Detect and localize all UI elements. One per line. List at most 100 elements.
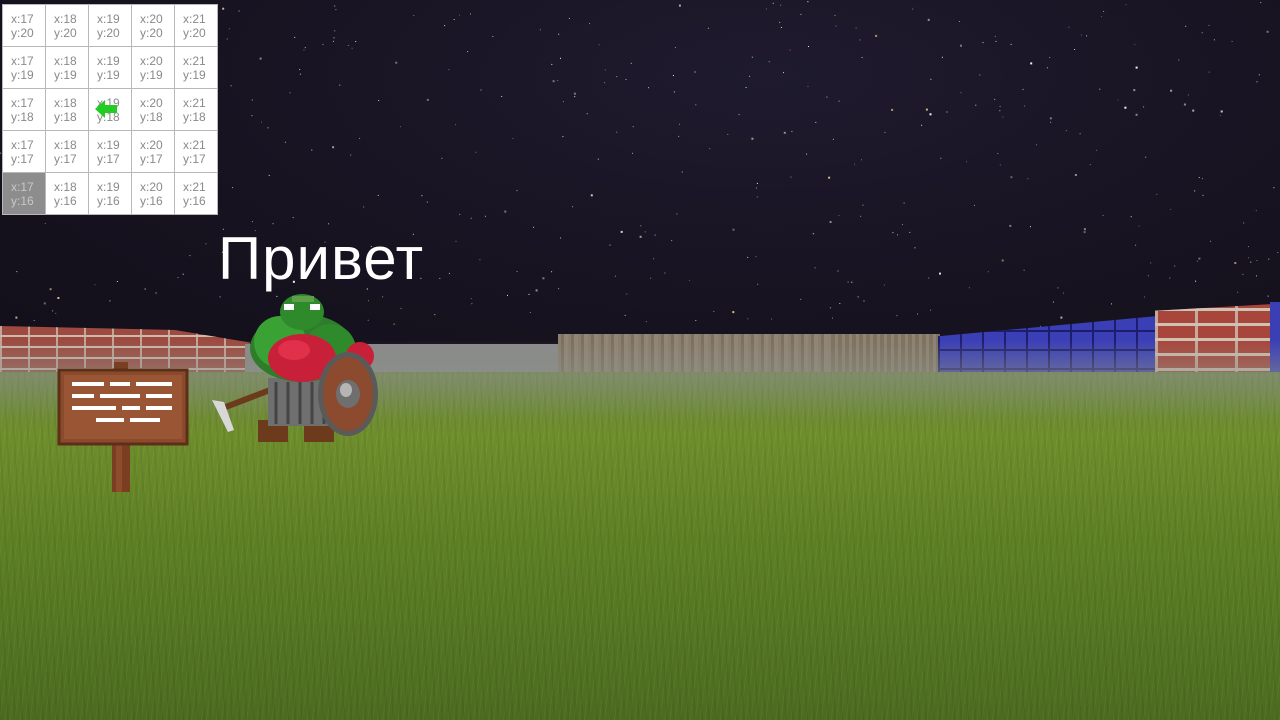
minimap-cell-y: y:17	[11, 151, 34, 166]
star	[1002, 116, 1004, 118]
minimap-cell-y: y:16	[11, 193, 34, 208]
minimap-cell[interactable]: x:20 y:16	[131, 172, 175, 215]
star	[15, 316, 18, 319]
star	[903, 202, 905, 204]
minimap-cell[interactable]: x:19 y:16	[88, 172, 132, 215]
star	[688, 279, 690, 281]
star	[779, 21, 781, 23]
star	[626, 293, 628, 295]
minimap-cell[interactable]: x:20 y:20	[131, 4, 175, 47]
minimap-cell-x: x:19	[97, 179, 120, 194]
star	[914, 247, 916, 249]
minimap-cell[interactable]: x:18 y:19	[45, 46, 89, 89]
star	[604, 82, 606, 84]
star	[897, 234, 898, 236]
minimap-cell[interactable]: x:19 y:18	[88, 88, 132, 131]
star	[732, 311, 735, 314]
minimap-cell-x: x:17	[11, 53, 34, 68]
star	[828, 176, 831, 179]
minimap-cell[interactable]: x:21 y:16	[174, 172, 218, 215]
minimap-cell[interactable]: x:20 y:17	[131, 130, 175, 173]
minimap-cell[interactable]: x:19 y:20	[88, 4, 132, 47]
star	[1169, 277, 1171, 279]
star	[860, 215, 862, 217]
minimap-cell-y: y:16	[140, 193, 163, 208]
star	[251, 221, 253, 223]
minimap-cell[interactable]: x:17 y:19	[2, 46, 46, 89]
minimap-cell-x: x:21	[183, 137, 206, 152]
minimap-cell[interactable]: x:21 y:19	[174, 46, 218, 89]
star	[604, 69, 606, 71]
star	[1135, 113, 1138, 116]
star	[1135, 244, 1137, 246]
minimap[interactable]: x:17 y:20 x:18 y:20 x:19 y:20 x:20 y:20 x:21 y:20…	[2, 4, 218, 215]
minimap-cell[interactable]: x:20 y:18	[131, 88, 175, 131]
star	[539, 29, 541, 31]
minimap-cell[interactable]: x:21 y:18	[174, 88, 218, 131]
minimap-cell[interactable]: x:17 y:20	[2, 4, 46, 47]
star	[400, 307, 402, 309]
star	[335, 9, 337, 11]
minimap-cell-x: x:18	[54, 11, 77, 26]
wooden-sign-icon[interactable]	[56, 360, 192, 495]
star	[1143, 106, 1145, 108]
star	[470, 298, 472, 300]
star	[504, 210, 507, 213]
star	[589, 23, 591, 25]
star	[590, 194, 593, 197]
minimap-cell[interactable]: x:18 y:17	[45, 130, 89, 173]
minimap-cell[interactable]: x:18 y:20	[45, 4, 89, 47]
minimap-cell[interactable]: x:19 y:17	[88, 130, 132, 173]
star	[695, 320, 697, 321]
star	[826, 96, 828, 98]
star	[679, 123, 680, 125]
minimap-cell[interactable]: x:21 y:20	[174, 4, 218, 47]
star	[299, 69, 301, 70]
minimap-cell[interactable]: x:20 y:19	[131, 46, 175, 89]
star	[1027, 178, 1029, 180]
star	[516, 271, 518, 272]
minimap-cell[interactable]: x:17 y:18	[2, 88, 46, 131]
minimap-cell[interactable]: x:19 y:19	[88, 46, 132, 89]
star	[558, 288, 560, 290]
star	[768, 61, 770, 63]
star	[630, 62, 632, 64]
star	[1196, 260, 1198, 262]
minimap-cell[interactable]: x:18 y:16	[45, 172, 89, 215]
minimap-cell[interactable]: x:21 y:17	[174, 130, 218, 173]
minimap-row: x:17 y:17 x:18 y:17 x:19 y:17 x:20 y:17 x:21 y:17	[2, 130, 218, 173]
star	[230, 85, 232, 87]
star	[755, 187, 757, 189]
star	[966, 161, 968, 163]
star	[292, 217, 294, 218]
star	[378, 100, 380, 101]
star	[832, 138, 834, 140]
star	[930, 309, 931, 311]
orc-npc-icon[interactable]	[210, 290, 385, 450]
minimap-row: x:17 y:16 x:18 y:16 x:19 y:16 x:20 y:16 x:21 y:16	[2, 172, 218, 215]
minimap-cell[interactable]: x:17 y:17	[2, 130, 46, 173]
star	[1258, 74, 1260, 76]
minimap-cell-x: x:20	[140, 53, 163, 68]
star	[1086, 35, 1088, 37]
star	[783, 72, 784, 74]
star	[783, 131, 786, 134]
star	[896, 315, 898, 317]
star	[441, 157, 443, 159]
game-viewport[interactable]: Привет x:17 y:20 x:18 y:20 x:19 y:20 x:20 y:20 x…	[0, 0, 1280, 720]
minimap-cell[interactable]: x:18 y:18	[45, 88, 89, 131]
star	[925, 108, 928, 111]
star	[999, 164, 1001, 166]
star	[205, 243, 207, 245]
star	[624, 314, 626, 316]
minimap-row: x:17 y:18 x:18 y:18 x:19 y:18 x:20 y:18 x:21 y:18	[2, 88, 218, 131]
star	[747, 256, 749, 258]
minimap-cell-x: x:21	[183, 179, 206, 194]
star	[772, 2, 774, 4]
star	[347, 45, 349, 46]
minimap-cell[interactable]: x:17 y:16	[2, 172, 46, 215]
star	[1063, 292, 1065, 294]
minimap-cell-x: x:19	[97, 11, 120, 26]
star	[847, 281, 849, 283]
star	[507, 294, 508, 296]
